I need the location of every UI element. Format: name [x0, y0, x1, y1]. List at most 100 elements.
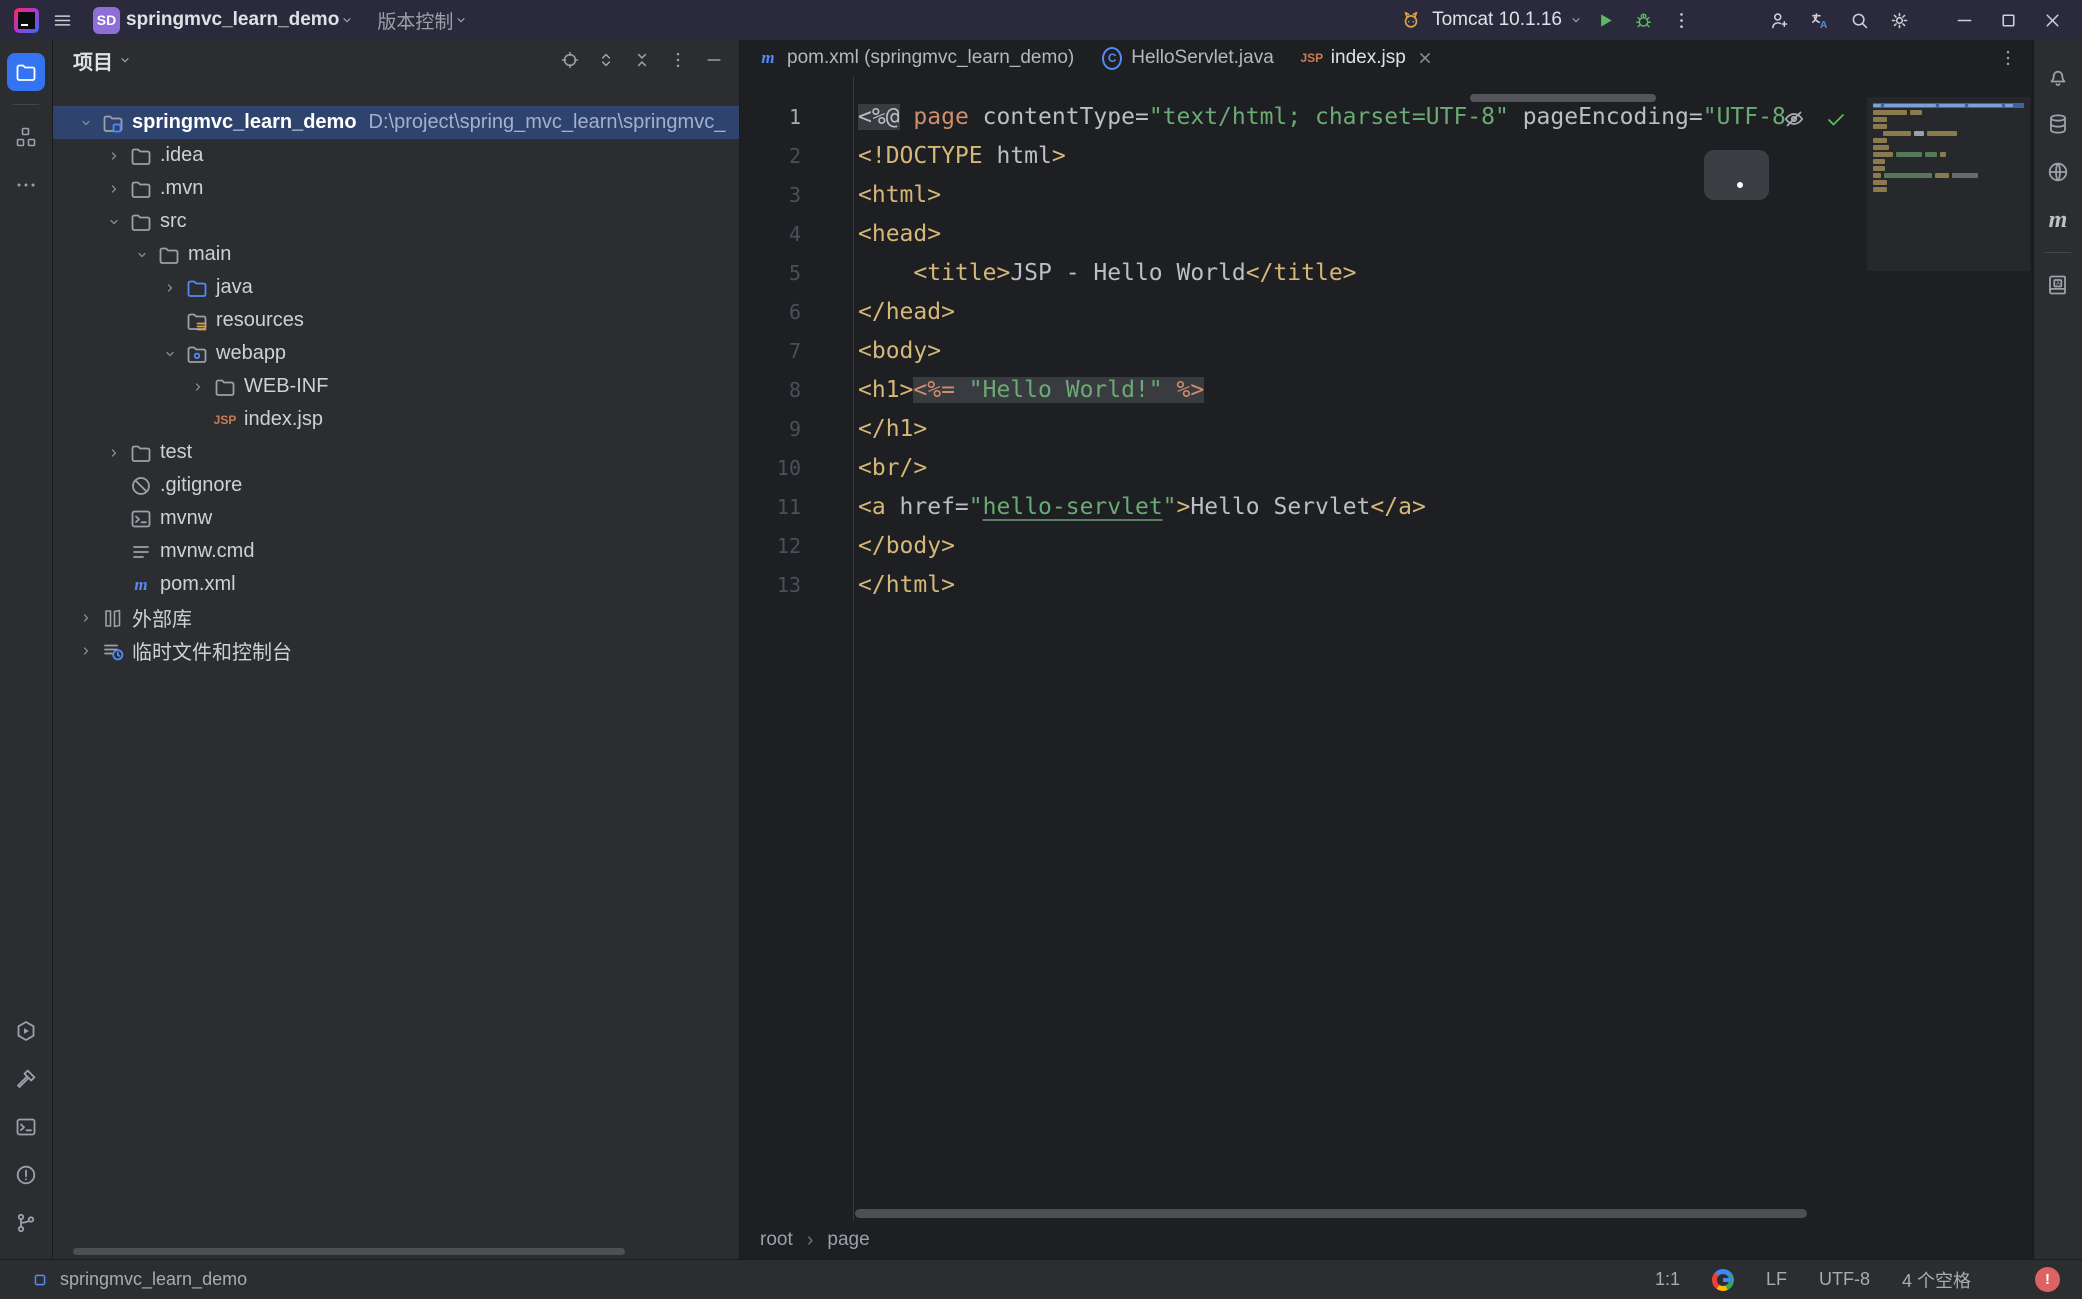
- build-toolwindow-button[interactable]: [7, 1060, 45, 1098]
- code-token: <a: [858, 494, 900, 520]
- line-number: 2: [740, 137, 853, 176]
- tab-pom-xml[interactable]: mpom.xml (springmvc_learn_demo): [744, 40, 1088, 76]
- caret-position[interactable]: 1:1: [1655, 1269, 1680, 1290]
- chevron-right-icon[interactable]: [101, 442, 127, 464]
- project-badge[interactable]: SD: [93, 7, 120, 34]
- inspections-ok-icon[interactable]: [1821, 104, 1851, 134]
- code-editor[interactable]: <%@ page contentType="text/html; charset…: [854, 76, 2033, 1221]
- folder-icon: [129, 210, 153, 234]
- main-menu-button[interactable]: [45, 5, 79, 35]
- vcs-widget[interactable]: 版本控制: [377, 7, 453, 34]
- line-number: 5: [740, 254, 853, 293]
- tree-item-gitignore-file[interactable]: .gitignore: [53, 469, 739, 502]
- search-everywhere-button[interactable]: [1842, 5, 1876, 35]
- editor-hscrollbar[interactable]: [855, 1209, 1807, 1218]
- translate-icon: A: [1809, 10, 1830, 31]
- chevron-down-icon[interactable]: [129, 244, 155, 266]
- maven-m-icon: m: [2046, 208, 2070, 232]
- minimap-segment: [1873, 117, 1887, 122]
- tab-list-button[interactable]: [1993, 43, 2023, 73]
- tree-item-webapp-folder[interactable]: webapp: [53, 337, 739, 370]
- more-toolwindows-button[interactable]: [7, 166, 45, 204]
- panel-options-button[interactable]: [663, 45, 693, 75]
- code-line: </h1>: [858, 410, 2033, 449]
- select-opened-file-button[interactable]: [555, 45, 585, 75]
- tree-item-external-libraries[interactable]: 外部库: [53, 601, 739, 634]
- notifications-button[interactable]: [2039, 57, 2077, 95]
- problems-toolwindow-button[interactable]: [7, 1156, 45, 1194]
- chevron-right-icon[interactable]: [101, 145, 127, 167]
- project-panel-hscrollbar[interactable]: [73, 1248, 625, 1255]
- project-name-widget[interactable]: springmvc_learn_demo: [126, 9, 339, 31]
- indent-style[interactable]: 4 个空格: [1902, 1267, 1971, 1293]
- tree-item-main-folder[interactable]: main: [53, 238, 739, 271]
- chevron-down-icon[interactable]: [73, 112, 99, 134]
- chevron-down-icon[interactable]: [157, 343, 183, 365]
- tree-item-src-folder[interactable]: src: [53, 205, 739, 238]
- panel-title[interactable]: 项目: [73, 46, 113, 75]
- tab-helloservlet-java[interactable]: CHelloServlet.java: [1088, 40, 1288, 76]
- maven-toolwindow-button[interactable]: m: [2039, 201, 2077, 239]
- tree-item-scratches-and-consoles[interactable]: 临时文件和控制台: [53, 634, 739, 667]
- tree-item-web-inf-folder[interactable]: WEB-INF: [53, 370, 739, 403]
- tree-item-index-jsp-file[interactable]: JSPindex.jsp: [53, 403, 739, 436]
- minimize-button[interactable]: [1944, 5, 1984, 35]
- translation-toolwindow-button[interactable]: A: [2039, 266, 2077, 304]
- run-configuration[interactable]: Tomcat 10.1.16: [1432, 9, 1562, 31]
- tree-item-test-folder[interactable]: test: [53, 436, 739, 469]
- terminal-toolwindow-button[interactable]: [7, 1108, 45, 1146]
- highlighting-level-button[interactable]: [1779, 104, 1809, 134]
- tree-item-mvnw-file[interactable]: mvnw: [53, 502, 739, 535]
- project-tree: springmvc_learn_demoD:\project\spring_mv…: [53, 80, 739, 1259]
- code-token: ": [1163, 494, 1177, 520]
- more-run-options-button[interactable]: [1664, 5, 1698, 35]
- collapse-all-button[interactable]: [627, 45, 657, 75]
- chevron-right-icon[interactable]: [157, 277, 183, 299]
- services-toolwindow-button[interactable]: [7, 1012, 45, 1050]
- chevron-right-icon[interactable]: [101, 178, 127, 200]
- run-button[interactable]: [1588, 5, 1622, 35]
- endpoints-toolwindow-button[interactable]: [2039, 153, 2077, 191]
- code-token: <%=: [913, 377, 955, 403]
- maximize-button[interactable]: [1988, 5, 2028, 35]
- tree-item-pom-xml-file[interactable]: mpom.xml: [53, 568, 739, 601]
- statusbar-module-widget[interactable]: springmvc_learn_demo: [30, 1269, 247, 1290]
- close-window-button[interactable]: [2032, 5, 2072, 35]
- debug-button[interactable]: [1626, 5, 1660, 35]
- settings-button[interactable]: [1882, 5, 1916, 35]
- minimap-segment: [1873, 152, 1893, 157]
- tree-item-idea-folder[interactable]: .idea: [53, 139, 739, 172]
- git-toolwindow-button[interactable]: [7, 1204, 45, 1242]
- project-toolwindow-button[interactable]: [7, 53, 45, 91]
- minimap-line: [1873, 117, 2024, 122]
- chevron-right-icon[interactable]: [185, 376, 211, 398]
- expand-all-button[interactable]: [591, 45, 621, 75]
- tree-item-root-springmvc-learn-demo[interactable]: springmvc_learn_demoD:\project\spring_mv…: [53, 106, 739, 139]
- chevron-down-icon[interactable]: [101, 211, 127, 233]
- translate-button[interactable]: A: [1802, 5, 1836, 35]
- tree-item-java-folder[interactable]: java: [53, 271, 739, 304]
- hide-panel-button[interactable]: [699, 45, 729, 75]
- breadcrumb-page[interactable]: page: [827, 1229, 869, 1251]
- jsp-file-icon: JSP: [1302, 48, 1322, 68]
- database-toolwindow-button[interactable]: [2039, 105, 2077, 143]
- tree-item-label: springmvc_learn_demo: [132, 111, 357, 134]
- tree-item-resources-folder[interactable]: resources: [53, 304, 739, 337]
- google-translate-engine[interactable]: [1712, 1269, 1734, 1291]
- error-indicator[interactable]: !: [2035, 1267, 2060, 1292]
- breadcrumb-root[interactable]: root: [760, 1229, 793, 1251]
- tabbar-scrollbar[interactable]: [1470, 94, 1656, 102]
- gear-icon: [1889, 10, 1910, 31]
- chevron-right-icon[interactable]: [73, 607, 99, 629]
- line-separator[interactable]: LF: [1766, 1269, 1787, 1290]
- file-encoding[interactable]: UTF-8: [1819, 1269, 1870, 1290]
- tab-index-jsp[interactable]: JSPindex.jsp: [1288, 40, 1449, 76]
- add-user-button[interactable]: [1762, 5, 1796, 35]
- structure-toolwindow-button[interactable]: [7, 118, 45, 156]
- inspection-widget[interactable]: [1779, 104, 1851, 134]
- chevron-right-icon[interactable]: [73, 640, 99, 662]
- tree-item-mvnw-cmd-file[interactable]: mvnw.cmd: [53, 535, 739, 568]
- code-token: <%@: [858, 104, 900, 130]
- tree-item-mvn-folder[interactable]: .mvn: [53, 172, 739, 205]
- close-tab-icon[interactable]: [1415, 48, 1435, 68]
